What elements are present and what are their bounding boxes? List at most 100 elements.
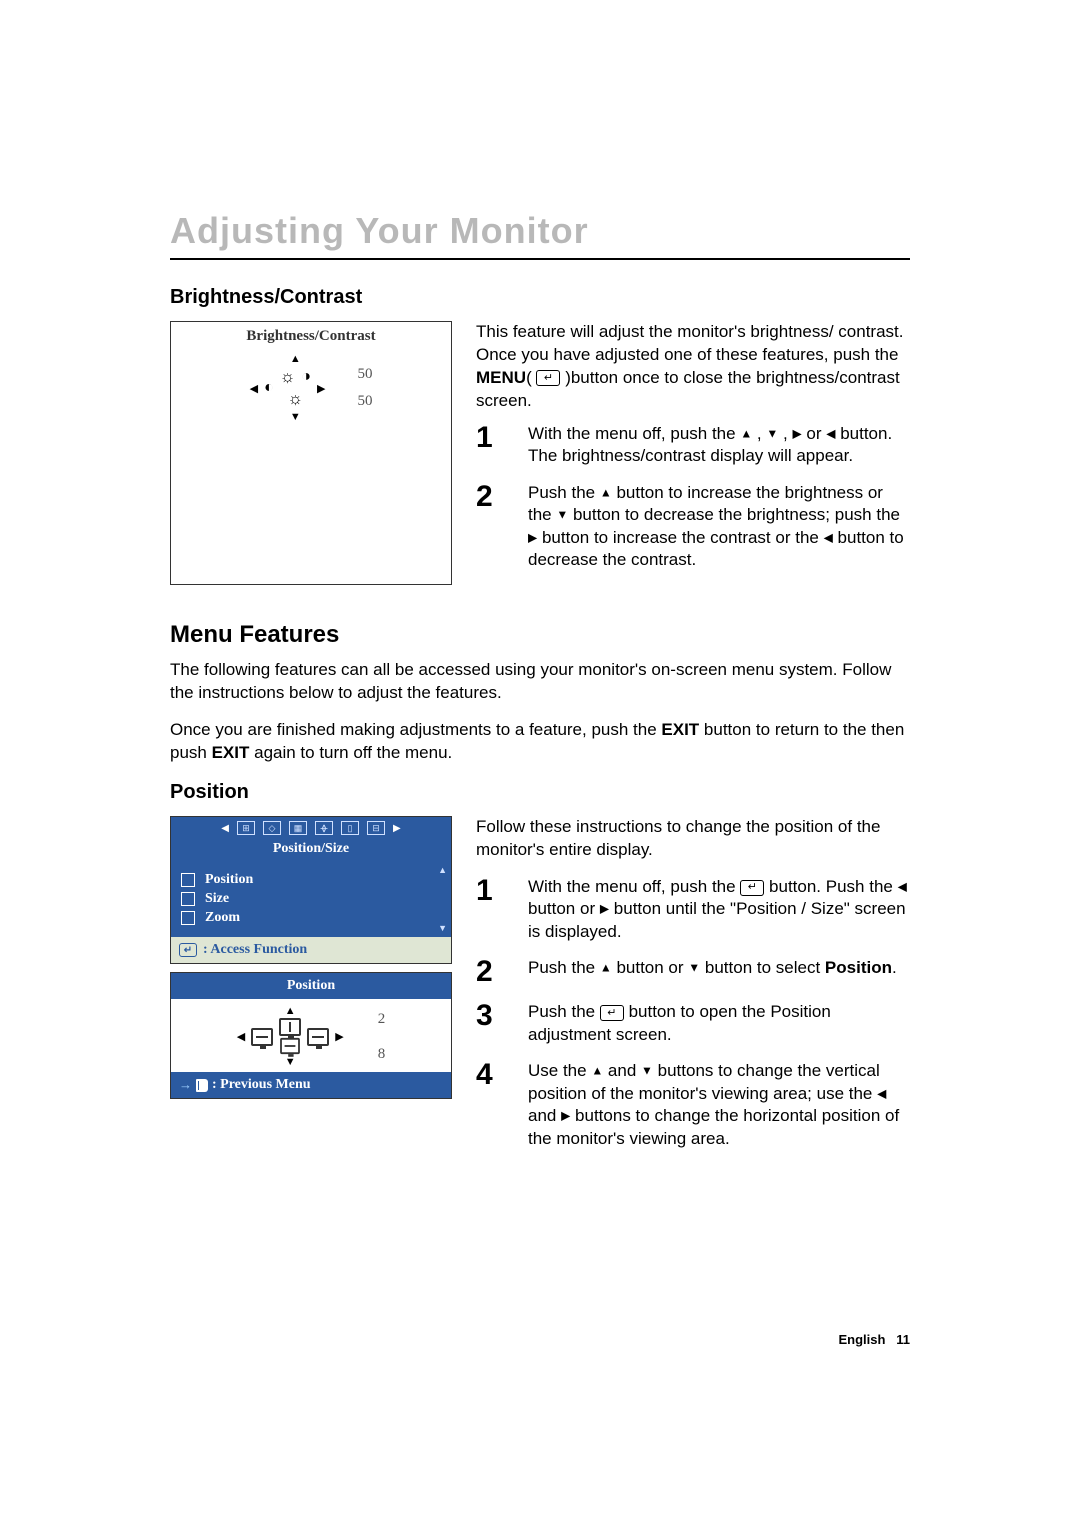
up-arrow-icon: ▲ xyxy=(740,426,752,440)
vpos-icon xyxy=(279,1018,301,1036)
right-arrow-icon: ▶ xyxy=(335,1030,343,1043)
enter-icon: ↵ xyxy=(740,880,764,896)
zoom-icon xyxy=(181,911,195,925)
pos-osd2-body: ◀ ▲ ▼ ▶ 2 xyxy=(171,999,451,1072)
right-arrow-icon: ▶ xyxy=(528,530,537,544)
enter-icon: ↵ xyxy=(536,370,560,386)
size-icon xyxy=(181,892,195,906)
osd-tab-row: ◀ ⊞ ◇ ▦ ᚖ ▯ ⊟ ▶ xyxy=(171,817,451,839)
contrast-icon: ◐ xyxy=(264,379,274,397)
bc-step2-text: Push the ▲ button to increase the bright… xyxy=(528,482,910,572)
step-number: 1 xyxy=(476,423,510,453)
section-brightness-contrast: Brightness/Contrast Brightness/Contrast … xyxy=(170,286,910,585)
osd-access-bar: ↵ : Access Function xyxy=(171,937,451,963)
up-arrow-icon: ▲ xyxy=(285,1005,296,1017)
pos-heading: Position xyxy=(170,781,910,804)
footer-lang: English xyxy=(838,1332,885,1347)
contrast2-icon: ◑ xyxy=(301,368,311,386)
left-arrow-icon: ◀ xyxy=(250,382,258,395)
left-arrow-icon: ◀ xyxy=(898,880,907,894)
step-number: 2 xyxy=(476,957,510,987)
up-arrow-icon: ▲ xyxy=(591,1064,603,1078)
pos-osd-2: Position ◀ ▲ ▼ ▶ xyxy=(170,972,452,1099)
osd-tab-title: Position/Size xyxy=(171,839,451,861)
page-footer: English 11 xyxy=(170,1332,910,1347)
mf-heading: Menu Features xyxy=(170,621,910,649)
hpos2-icon xyxy=(280,1038,300,1054)
bc-row: Brightness/Contrast ◀ ◐ ▲ ☼ ◑ ☼ ▼ xyxy=(170,321,910,585)
left-arrow-icon: ◀ xyxy=(877,1086,886,1100)
footer-page: 11 xyxy=(896,1332,910,1347)
sun-icon: ☼ xyxy=(280,367,296,387)
pos-step3-text: Push the ↵ button to open the Position a… xyxy=(528,1001,910,1046)
pos-intro: Follow these instructions to change the … xyxy=(476,816,910,862)
pos-osd-stack: ◀ ⊞ ◇ ▦ ᚖ ▯ ⊟ ▶ Position/Size ▲ ▼ xyxy=(170,816,452,1164)
down-arrow-icon: ▼ xyxy=(688,961,700,975)
menu-item-position: Position xyxy=(181,872,441,888)
scroll-up-icon: ▲ xyxy=(438,865,447,875)
menu-item-size: Size xyxy=(181,891,441,907)
pos-val2: 8 xyxy=(378,1046,386,1063)
pos-val1: 2 xyxy=(378,1011,386,1028)
step-number: 4 xyxy=(476,1060,510,1090)
step-number: 3 xyxy=(476,1001,510,1031)
tab-position-icon: ⊞ xyxy=(237,821,255,835)
step-number: 2 xyxy=(476,482,510,512)
mf-p1: The following features can all be access… xyxy=(170,659,910,705)
hpos-icon xyxy=(251,1028,273,1046)
tab-geometry-icon: ◇ xyxy=(263,821,281,835)
bc-steps: 1 With the menu off, push the ▲ , ▼ , ▶ … xyxy=(476,423,910,572)
page-title: Adjusting Your Monitor xyxy=(170,210,910,252)
pos-osd2-footer: → : Previous Menu xyxy=(171,1072,451,1098)
bc-step-1: 1 With the menu off, push the ▲ , ▼ , ▶ … xyxy=(476,423,910,468)
pos-step1-text: With the menu off, push the ↵ button. Pu… xyxy=(528,876,910,943)
down-arrow-icon: ▼ xyxy=(641,1064,653,1078)
pos-text-col: Follow these instructions to change the … xyxy=(476,816,910,1164)
right-arrow-icon: ▶ xyxy=(393,823,401,834)
enter-icon: ↵ xyxy=(179,943,197,957)
pos-row: ◀ ⊞ ◇ ▦ ᚖ ▯ ⊟ ▶ Position/Size ▲ ▼ xyxy=(170,816,910,1164)
osd-menu-list: ▲ ▼ Position Size xyxy=(171,861,451,937)
bc-osd-title: Brightness/Contrast xyxy=(171,322,451,347)
pos-step-1: 1 With the menu off, push the ↵ button. … xyxy=(476,876,910,943)
right-arrow-icon: ▶ xyxy=(600,902,609,916)
pos-step4-text: Use the ▲ and ▼ buttons to change the ve… xyxy=(528,1060,910,1150)
bc-intro: This feature will adjust the monitor's b… xyxy=(476,321,910,413)
bc-osd: Brightness/Contrast ◀ ◐ ▲ ☼ ◑ ☼ ▼ xyxy=(170,321,452,585)
pos-osd2-title: Position xyxy=(171,973,451,999)
bc-osd-body: ◀ ◐ ▲ ☼ ◑ ☼ ▼ ▶ 50 xyxy=(171,347,451,439)
title-rule xyxy=(170,258,910,260)
page-content: Adjusting Your Monitor Brightness/Contra… xyxy=(170,210,910,1164)
bc-heading: Brightness/Contrast xyxy=(170,286,910,309)
section-position: Position ◀ ⊞ ◇ ▦ ᚖ ▯ ⊟ ▶ Position/Size xyxy=(170,781,910,1164)
enter-icon: ↵ xyxy=(600,1005,624,1021)
right-arrow-icon: ▶ xyxy=(561,1109,570,1123)
pos-step2-text: Push the ▲ button or ▼ button to select … xyxy=(528,957,910,979)
up-arrow-icon: ▲ xyxy=(600,961,612,975)
down-arrow-icon: ▼ xyxy=(766,426,778,440)
bc-val2: 50 xyxy=(357,393,372,410)
scroll-down-icon: ▼ xyxy=(438,923,447,933)
sun2-icon: ☼ xyxy=(288,389,304,409)
pos-step-2: 2 Push the ▲ button or ▼ button to selec… xyxy=(476,957,910,987)
left-arrow-icon: ◀ xyxy=(237,1030,245,1043)
position-icon xyxy=(181,873,195,887)
bc-step1-text: With the menu off, push the ▲ , ▼ , ▶ or… xyxy=(528,423,910,468)
bc-text-col: This feature will adjust the monitor's b… xyxy=(476,321,910,585)
tab-signal-icon: ᚖ xyxy=(315,821,333,835)
bc-step-2: 2 Push the ▲ button to increase the brig… xyxy=(476,482,910,572)
down-arrow-icon: ▼ xyxy=(285,1056,296,1068)
tab-color-icon: ▦ xyxy=(289,821,307,835)
mf-p2: Once you are finished making adjustments… xyxy=(170,719,910,765)
bc-val1: 50 xyxy=(357,366,372,383)
tab-misc-icon: ▯ xyxy=(341,821,359,835)
left-arrow-icon: ◀ xyxy=(824,530,833,544)
step-number: 1 xyxy=(476,876,510,906)
up-arrow-icon: ▲ xyxy=(600,485,612,499)
pos-osd-1: ◀ ⊞ ◇ ▦ ᚖ ▯ ⊟ ▶ Position/Size ▲ ▼ xyxy=(170,816,452,964)
section-menu-features: Menu Features The following features can… xyxy=(170,621,910,765)
pos-step-4: 4 Use the ▲ and ▼ buttons to change the … xyxy=(476,1060,910,1150)
left-arrow-icon: ◀ xyxy=(221,823,229,834)
right-arrow-icon: ▶ xyxy=(792,426,801,440)
tab-info-icon: ⊟ xyxy=(367,821,385,835)
